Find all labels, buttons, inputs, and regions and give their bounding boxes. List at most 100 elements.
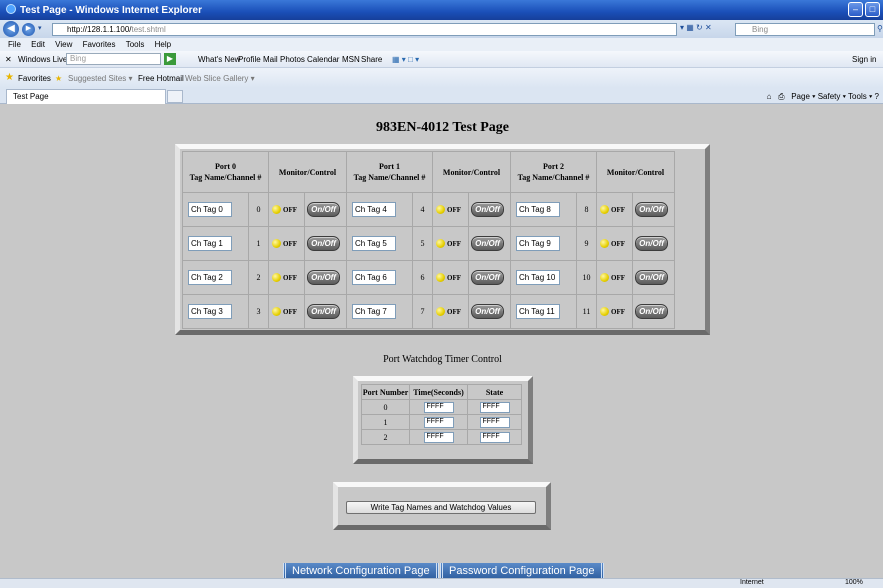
tag-name-input[interactable]: [516, 202, 560, 217]
state-input[interactable]: FFFF: [479, 431, 510, 443]
maximize-icon[interactable]: □: [865, 2, 880, 17]
tag-name-input[interactable]: [352, 202, 396, 217]
port-number-header: Port Number: [361, 384, 410, 400]
menu-edit[interactable]: Edit: [31, 38, 45, 51]
tag-name-input[interactable]: [516, 270, 560, 285]
address-controls[interactable]: ▾ ▦ ↻ ✕: [680, 23, 712, 32]
forward-button[interactable]: ▶: [22, 23, 35, 36]
web-slice-gallery-link[interactable]: Web Slice Gallery ▾: [185, 74, 255, 83]
photos-link[interactable]: Photos: [280, 55, 305, 64]
favorites-star-icon[interactable]: ★: [5, 72, 14, 83]
windows-live-label[interactable]: Windows Live: [18, 55, 67, 64]
zoom-level[interactable]: 100%: [845, 579, 863, 586]
on-off-button[interactable]: On/Off: [307, 270, 340, 285]
calendar-link[interactable]: Calendar: [307, 55, 339, 64]
tag-name-input[interactable]: [188, 202, 232, 217]
new-tab-button[interactable]: [167, 90, 183, 103]
tag-name-input[interactable]: [516, 236, 560, 251]
channel-number: 1: [248, 226, 269, 261]
state-input[interactable]: FFFF: [479, 416, 510, 428]
on-off-button[interactable]: On/Off: [307, 304, 340, 319]
tag-name-input[interactable]: [188, 270, 232, 285]
tag-name-input[interactable]: [352, 236, 396, 251]
status-cell: OFF: [432, 260, 469, 295]
state-input[interactable]: FFFF: [479, 401, 510, 413]
time-input[interactable]: FFFF: [423, 416, 454, 428]
password-configuration-link[interactable]: Password Configuration Page: [440, 563, 604, 579]
close-toolbar-icon[interactable]: ✕: [5, 55, 12, 64]
write-panel: Write Tag Names and Watchdog Values: [333, 482, 551, 530]
monitor-header: Monitor/Control: [596, 151, 675, 193]
tab-test-page[interactable]: Test Page: [6, 89, 166, 104]
whats-new-link[interactable]: What's New: [198, 55, 240, 64]
windows-live-search-input[interactable]: Bing: [66, 53, 161, 65]
on-off-button[interactable]: On/Off: [635, 270, 668, 285]
on-off-button[interactable]: On/Off: [635, 202, 668, 217]
history-dropdown-icon[interactable]: ▾: [38, 24, 42, 32]
back-button[interactable]: ◀: [3, 21, 19, 37]
on-off-button[interactable]: On/Off: [307, 236, 340, 251]
table-row: 0 OFF On/Off 4 OFF On/Off 8 OFF On/Off: [182, 192, 675, 227]
tag-name-input[interactable]: [352, 270, 396, 285]
on-off-button[interactable]: On/Off: [307, 202, 340, 217]
status-lamp-icon: [272, 205, 281, 215]
print-icon[interactable]: ⎙: [778, 92, 784, 101]
channel-number: 11: [576, 294, 597, 329]
tab-bar: Test Page ⌂ ⎙ Page ▾ Safety ▾ Tools ▾ ?: [0, 88, 883, 104]
on-off-button[interactable]: On/Off: [471, 236, 504, 251]
go-search-icon[interactable]: ▶: [164, 53, 176, 65]
on-off-button[interactable]: On/Off: [635, 236, 668, 251]
share-link[interactable]: Share: [361, 55, 382, 64]
favorites-button[interactable]: Favorites: [18, 74, 51, 83]
time-input[interactable]: FFFF: [423, 431, 454, 443]
url-input[interactable]: http://128.1.1.100/test.shtml: [52, 23, 677, 36]
on-off-button[interactable]: On/Off: [471, 202, 504, 217]
time-cell: FFFF: [409, 399, 468, 415]
tag-name-input[interactable]: [516, 304, 560, 319]
tag-name-input[interactable]: [188, 236, 232, 251]
status-text: OFF: [447, 205, 461, 214]
menu-help[interactable]: Help: [155, 38, 171, 51]
menu-view[interactable]: View: [55, 38, 72, 51]
toolbar-tools-icon[interactable]: ▦ ▾ □ ▾: [392, 55, 419, 64]
on-off-button[interactable]: On/Off: [471, 270, 504, 285]
free-hotmail-link[interactable]: Free Hotmail: [138, 74, 184, 83]
port-number: 0: [361, 399, 410, 415]
address-bar: ◀ ▶ ▾ http://128.1.1.100/test.shtml ▾ ▦ …: [0, 20, 883, 38]
tag-name-input[interactable]: [352, 304, 396, 319]
menu-tools[interactable]: Tools: [126, 38, 145, 51]
window-title-bar: Test Page - Windows Internet Explorer – …: [0, 0, 883, 20]
mail-link[interactable]: Mail: [263, 55, 278, 64]
table-row: 1 OFF On/Off 5 OFF On/Off 9 OFF On/Off: [182, 226, 675, 261]
on-off-button[interactable]: On/Off: [471, 304, 504, 319]
menu-favorites[interactable]: Favorites: [83, 38, 116, 51]
on-off-button[interactable]: On/Off: [635, 304, 668, 319]
search-icon[interactable]: ⚲: [877, 24, 883, 33]
minimize-icon[interactable]: –: [848, 2, 863, 17]
search-input[interactable]: Bing: [735, 23, 875, 36]
suggested-sites-link[interactable]: Suggested Sites ▾: [68, 74, 133, 83]
monitor-header: Monitor/Control: [432, 151, 511, 193]
command-bar[interactable]: ⌂ ⎙ Page ▾ Safety ▾ Tools ▾ ?: [767, 92, 879, 102]
home-icon[interactable]: ⌂: [767, 92, 772, 101]
profile-link[interactable]: Profile: [238, 55, 261, 64]
control-cell: On/Off: [468, 260, 511, 295]
network-configuration-link[interactable]: Network Configuration Page: [283, 563, 439, 579]
msn-link[interactable]: MSN: [342, 55, 360, 64]
favorites-bar: ★ Favorites ★ Suggested Sites ▾ Free Hot…: [0, 68, 883, 88]
time-input[interactable]: FFFF: [423, 401, 454, 413]
help-icon[interactable]: ?: [875, 92, 879, 101]
table-row: 0 FFFF FFFF: [361, 399, 522, 415]
tag-name-input[interactable]: [188, 304, 232, 319]
sign-in-link[interactable]: Sign in: [852, 55, 876, 64]
status-lamp-icon: [600, 273, 609, 283]
control-cell: On/Off: [632, 192, 675, 227]
tag-name-cell: [182, 226, 249, 261]
status-text: OFF: [447, 239, 461, 248]
state-cell: FFFF: [467, 414, 522, 430]
status-cell: OFF: [596, 192, 633, 227]
tag-name-cell: [510, 294, 577, 329]
menu-file[interactable]: File: [8, 38, 21, 51]
add-favorite-icon[interactable]: ★: [55, 74, 62, 83]
write-values-button[interactable]: Write Tag Names and Watchdog Values: [346, 501, 536, 514]
